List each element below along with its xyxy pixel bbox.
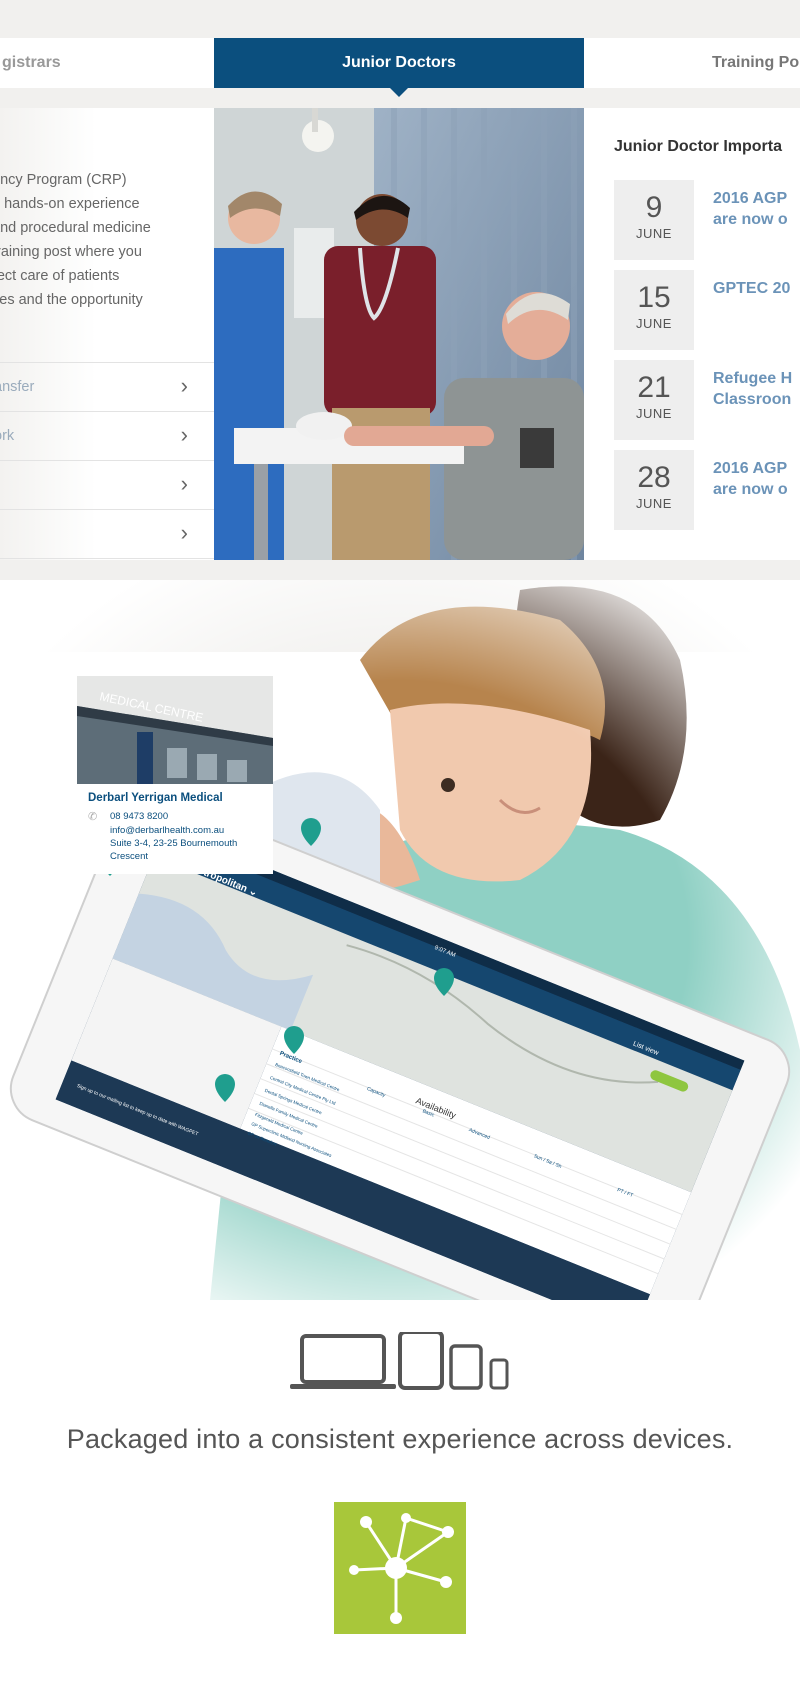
tab-training-posts[interactable]: Training Po	[712, 38, 800, 88]
column-header: Sun / Sa / Sh	[532, 1153, 563, 1170]
chevron-right-icon: ›	[180, 373, 188, 398]
program-link-list: ansfer › ork › › ›	[0, 362, 214, 559]
important-dates-title: Junior Doctor Importa	[614, 138, 783, 155]
program-link-transfer[interactable]: ansfer ›	[0, 363, 214, 412]
clinic-email[interactable]: info@derbarlhealth.com.au	[110, 825, 224, 836]
phone-icon	[489, 1358, 509, 1390]
clinic-info-card[interactable]: MEDICAL CENTRE Derbarl Yerrigan Medical …	[77, 676, 273, 874]
column-header: PT / FT	[616, 1187, 634, 1199]
column-header: Capacity	[365, 1085, 387, 1099]
clinic-scene-image	[214, 108, 584, 560]
event-title-line: are now o	[713, 481, 788, 498]
devices-icon-set	[290, 1330, 509, 1390]
description-line: rect care of patients	[0, 268, 120, 284]
event-title-line: are now o	[713, 211, 788, 228]
tab-registrars[interactable]: gistrars	[0, 38, 214, 88]
network-node-icon	[349, 1513, 454, 1624]
clinic-photo: MEDICAL CENTRE	[77, 676, 273, 784]
event-day: 15	[637, 281, 671, 314]
event-day: 9	[645, 191, 663, 224]
event-title[interactable]: 2016 AGP are now o	[713, 458, 800, 500]
event-title-line: 2016 AGP	[713, 190, 788, 207]
important-dates-panel: Junior Doctor Importa 9 JUNE 2016 AGP ar…	[584, 108, 800, 560]
event-title-line: Refugee H	[713, 370, 793, 387]
clinic-address: Suite 3-4, 23-25 Bournemouth	[110, 838, 238, 849]
tablet-icon	[398, 1330, 444, 1390]
event-month: JUNE	[636, 226, 672, 241]
event-date: 28 JUNE	[614, 450, 694, 530]
event-title-line: GPTEC 20	[713, 280, 791, 297]
program-link-work[interactable]: ork ›	[0, 412, 214, 461]
tab-junior-doctors[interactable]: Junior Doctors	[214, 38, 584, 97]
program-link-label: ansfer	[0, 379, 35, 395]
program-link-label: ork	[0, 428, 15, 444]
event-title[interactable]: Refugee H Classroon	[713, 368, 800, 410]
event-item[interactable]: 21 JUNE Refugee H Classroon	[614, 360, 800, 440]
event-date: 21 JUNE	[614, 360, 694, 440]
list-view-button[interactable]: List view	[632, 1040, 660, 1057]
program-link-item[interactable]: ›	[0, 461, 214, 510]
event-item[interactable]: 15 JUNE GPTEC 20	[614, 270, 800, 350]
event-day: 21	[637, 371, 671, 404]
event-month: JUNE	[636, 496, 672, 511]
event-date: 9 JUNE	[614, 180, 694, 260]
event-month: JUNE	[636, 406, 672, 421]
event-title-line: 2016 AGP	[713, 460, 788, 477]
clinic-address: Crescent	[110, 851, 149, 862]
description-line: u hands-on experience	[0, 196, 140, 212]
clinic-phone[interactable]: 08 9473 8200	[110, 811, 168, 822]
tablet-status-time: 9:07 AM	[433, 945, 457, 959]
description-line: and procedural medicine	[0, 220, 151, 236]
event-item[interactable]: 28 JUNE 2016 AGP are now o	[614, 450, 800, 530]
description-line: ties and the opportunity	[0, 292, 143, 308]
event-day: 28	[637, 461, 671, 494]
practice-row[interactable]: Beaconsfield Town Medical Centre	[275, 1062, 341, 1092]
mailing-list-prompt: Sign up to our mailing list to keep up t…	[75, 1083, 199, 1138]
program-tabs: gistrars Junior Doctors Training Po	[0, 38, 800, 97]
event-title[interactable]: 2016 AGP are now o	[713, 188, 800, 230]
chevron-right-icon: ›	[180, 422, 188, 447]
practice-row[interactable]: Central City Medical Centre Pty Ltd	[269, 1075, 336, 1106]
medical-centre-building-image: MEDICAL CENTRE	[77, 676, 273, 784]
event-month: JUNE	[636, 316, 672, 331]
program-description: ency Program (CRP) u hands-on experience…	[0, 168, 212, 312]
tagline: Packaged into a consistent experience ac…	[66, 1424, 734, 1454]
device-icons-row	[290, 1330, 510, 1392]
clinic-name: Derbarl Yerrigan Medical	[88, 792, 223, 804]
junior-doctors-photo	[214, 108, 584, 560]
description-line: ency Program (CRP)	[0, 172, 127, 188]
event-title[interactable]: GPTEC 20	[713, 278, 800, 299]
column-header: Advanced	[467, 1127, 491, 1142]
laptop-icon	[290, 1334, 396, 1389]
program-description-panel: ency Program (CRP) u hands-on experience…	[0, 108, 214, 560]
availability-heading: Availability	[414, 1095, 458, 1121]
practice-column-header: Practice	[278, 1050, 303, 1066]
small-tablet-icon	[449, 1344, 483, 1390]
chevron-right-icon: ›	[180, 471, 188, 496]
event-date: 15 JUNE	[614, 270, 694, 350]
description-line: training post where you	[0, 244, 142, 260]
event-title-line: Classroon	[713, 391, 792, 408]
network-logo	[334, 1502, 466, 1634]
event-item[interactable]: 9 JUNE 2016 AGP are now o	[614, 180, 800, 260]
phone-icon: ✆	[88, 811, 98, 823]
chevron-right-icon: ›	[180, 520, 188, 545]
program-link-item[interactable]: ›	[0, 510, 214, 559]
